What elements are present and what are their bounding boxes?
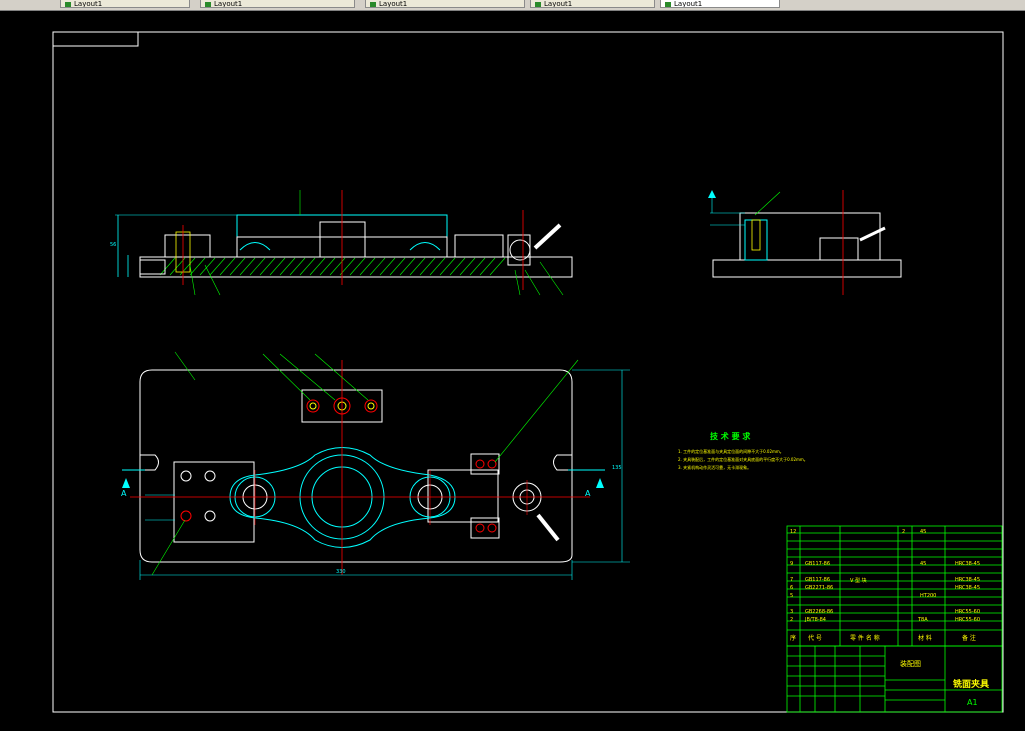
bom-row-code: JB/T8-84 (805, 617, 826, 623)
layout-icon (665, 1, 671, 7)
bom-row-no: 6 (790, 585, 794, 591)
drawing-canvas[interactable]: 技 术 要 求 1. 工件的定位基准面与夹具定位面的间隙不大于0.02mm。 2… (0, 11, 1025, 727)
layout-icon (370, 1, 376, 7)
layout-tab[interactable]: Layout1 (660, 0, 780, 8)
bom-header-name: 零 件 名 称 (850, 635, 880, 642)
bom-header-code: 代 号 (808, 635, 822, 642)
tech-requirement-line: 3. 夹紧机构动作灵活可靠，无卡滞现象。 (678, 465, 752, 470)
bom-row-note: HRC38-45 (955, 577, 981, 583)
corner-code-box (52, 31, 139, 47)
bom-row-note: HRC38-45 (955, 585, 981, 591)
bom-row-code: GB2271-86 (805, 585, 834, 591)
bom-row-no: 7 (790, 577, 794, 583)
bom-header-note: 备 注 (962, 635, 976, 642)
layout-tab[interactable]: Layout1 (60, 0, 190, 8)
base-plate (139, 256, 573, 278)
bom-header-no: 序 (790, 635, 797, 642)
drawing-border (52, 31, 1004, 713)
tech-requirement-line: 2. 夹具装配后，工件的定位基准面对夹具底面的平行度不大于0.02mm。 (678, 457, 808, 462)
bom-row-note: HRC38-45 (955, 561, 981, 567)
layout-icon (535, 1, 541, 7)
bom-row-no: 3 (790, 609, 794, 615)
bom-row-no: 2 (790, 617, 794, 623)
tech-requirement-line: 1. 工件的定位基准面与夹具定位面的间隙不大于0.02mm。 (678, 449, 784, 454)
section-marker-left: A (121, 489, 127, 498)
section-marker-right: A (585, 489, 591, 498)
base-hatch (159, 257, 506, 276)
bom-row-no: 5 (790, 593, 794, 599)
bom-header-material: 材 料 (918, 635, 932, 642)
bom-row-material: HT200 (920, 593, 937, 599)
bom-row-code: GB2268-86 (805, 609, 834, 615)
sheet-size: A1 (967, 698, 978, 707)
layout-tab[interactable]: Layout1 (200, 0, 355, 8)
dimension-overall-width: 135 (612, 465, 622, 471)
bom-row-no: 9 (790, 561, 794, 567)
drawing-label: 装配图 (900, 660, 921, 668)
bom-row-code: GB117-86 (805, 561, 831, 567)
dimension-height: 56 (110, 242, 117, 248)
bom-row-note: HRC55-60 (955, 609, 981, 615)
tech-requirements-title: 技 术 要 求 (710, 432, 751, 441)
bom-row-material: 45 (920, 529, 927, 535)
layout-icon (65, 1, 71, 7)
bom-row-code: GB117-86 (805, 577, 831, 583)
bom-row-material: T8A (918, 617, 928, 623)
layout-tab[interactable]: Layout1 (365, 0, 525, 8)
layout-tab-bar: Layout1 Layout1 Layout1 Layout1 Layout1 (0, 0, 1025, 11)
front-view (115, 190, 573, 296)
bom-row-name: V 型 块 (850, 578, 867, 584)
dimension-overall-length: 330 (336, 569, 346, 575)
layout-tab[interactable]: Layout1 (530, 0, 655, 8)
plan-view (122, 351, 630, 580)
drawing-name: 铣面夹具 (953, 680, 990, 690)
bom-row-no: 12 (790, 529, 797, 535)
bom-row-note: HRC55-60 (955, 617, 981, 623)
layout-icon (205, 1, 211, 7)
side-view (708, 190, 902, 295)
bom-row-material: 45 (920, 561, 927, 567)
bom-row-qty: 2 (902, 529, 906, 535)
cad-drawing (52, 31, 1004, 713)
